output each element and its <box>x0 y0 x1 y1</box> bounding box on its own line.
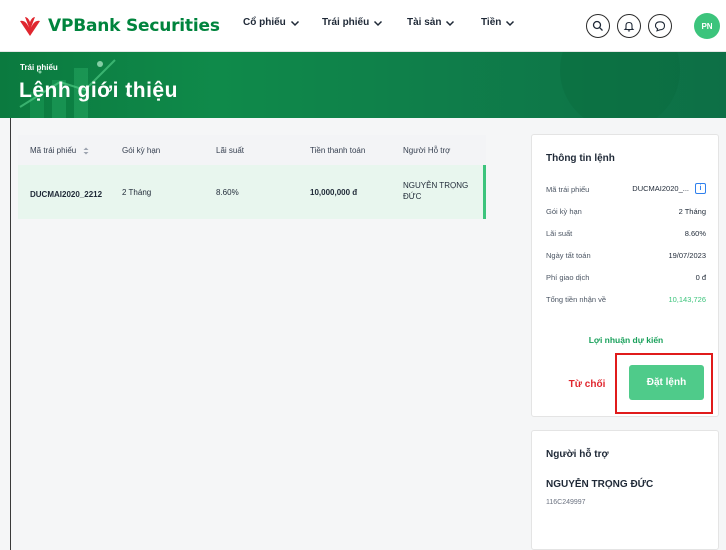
chevron-down-icon <box>506 20 515 26</box>
avatar[interactable]: PN <box>694 13 720 39</box>
supporter-title: Người hỗ trợ <box>546 449 609 460</box>
info-row-bond-code: Mã trái phiếu DUCMAI2020_... i <box>546 183 706 197</box>
referral-orders-table: Mã trái phiếu Gói kỳ hạn Lãi suất Tiền t… <box>18 135 486 219</box>
info-label: Ngày tất toán <box>546 251 591 260</box>
nav-item-cash[interactable]: Tiền <box>481 17 515 28</box>
brand-name: VPBank Securities <box>48 16 220 36</box>
search-icon <box>592 20 603 31</box>
nav-item-bonds[interactable]: Trái phiếu <box>322 17 383 28</box>
vpbank-logo[interactable]: VPBank Securities <box>18 12 220 40</box>
info-value: 2 Tháng <box>678 207 706 216</box>
info-value: 19/07/2023 <box>668 251 706 260</box>
page-banner: Trái phiếu Lệnh giới thiệu <box>0 52 726 118</box>
cell-amount: 10,000,000 đ <box>310 188 358 197</box>
chat-icon <box>654 21 666 32</box>
chevron-down-icon <box>374 20 383 26</box>
notifications-button[interactable] <box>617 14 641 38</box>
column-header-amount: Tiền thanh toán <box>310 146 366 155</box>
nav-item-assets[interactable]: Tài sản <box>407 17 455 28</box>
cell-supporter-line: ĐỨC <box>403 192 422 201</box>
supporter-code: 116C249997 <box>546 499 586 506</box>
order-info-title: Thông tin lệnh <box>546 153 615 164</box>
expected-profit-link[interactable]: Lợi nhuận dự kiến <box>532 335 720 345</box>
chevron-down-icon <box>290 20 299 26</box>
nav-item-label: Cổ phiếu <box>243 17 286 28</box>
column-header-rate: Lãi suất <box>216 146 245 155</box>
table-row[interactable]: DUCMAI2020_2212 2 Tháng 8.60% 10,000,000… <box>18 165 486 219</box>
column-header-term: Gói kỳ hạn <box>122 146 161 155</box>
vpbank-logo-icon <box>20 17 40 36</box>
cell-rate: 8.60% <box>216 188 239 197</box>
info-row-settlement-date: Ngày tất toán 19/07/2023 <box>546 251 706 263</box>
page-title: Lệnh giới thiệu <box>19 79 178 102</box>
info-row-total-received: Tổng tiền nhận về 10,143,726 <box>546 295 706 307</box>
chevron-down-icon <box>446 20 455 26</box>
supporter-name: NGUYỄN TRỌNG ĐỨC <box>546 479 654 490</box>
cell-bond-code: DUCMAI2020_2212 <box>30 190 103 199</box>
breadcrumb[interactable]: Trái phiếu <box>20 63 58 72</box>
nav-item-stocks[interactable]: Cổ phiếu <box>243 17 300 28</box>
content-divider <box>10 118 11 550</box>
sort-icon <box>83 147 89 155</box>
info-icon[interactable]: i <box>695 183 706 194</box>
info-label: Gói kỳ hạn <box>546 207 582 216</box>
search-button[interactable] <box>586 14 610 38</box>
info-label: Mã trái phiếu <box>546 185 590 194</box>
cell-term: 2 Tháng <box>122 188 152 197</box>
info-row-rate: Lãi suất 8.60% <box>546 229 706 241</box>
info-value: 8.60% <box>684 229 706 238</box>
chat-button[interactable] <box>648 14 672 38</box>
column-header-bond-code[interactable]: Mã trái phiếu <box>30 146 89 155</box>
info-label: Lãi suất <box>546 229 573 238</box>
cell-supporter-line: NGUYỄN TRỌNG <box>403 181 469 190</box>
info-row-term: Gói kỳ hạn 2 Tháng <box>546 207 706 219</box>
cell-supporter: NGUYỄN TRỌNG ĐỨC <box>403 181 468 201</box>
nav-item-label: Tiền <box>481 17 502 28</box>
info-value: 0 đ <box>695 273 706 282</box>
info-value: DUCMAI2020_... <box>632 184 689 193</box>
info-value: 10,143,726 <box>668 295 706 304</box>
table-header: Mã trái phiếu Gói kỳ hạn Lãi suất Tiền t… <box>18 135 486 165</box>
bell-icon <box>623 21 635 32</box>
place-order-button[interactable]: Đặt lệnh <box>629 365 704 400</box>
top-navigation-bar: VPBank Securities Cổ phiếu Trái phiếu Tà… <box>0 0 726 52</box>
nav-item-label: Trái phiếu <box>322 17 370 28</box>
info-label: Phí giao dịch <box>546 273 590 282</box>
column-header-supporter: Người Hỗ trợ <box>403 146 451 155</box>
supporter-card: Người hỗ trợ NGUYỄN TRỌNG ĐỨC 116C249997 <box>531 430 719 550</box>
reject-button[interactable]: Từ chối <box>552 374 622 396</box>
info-label: Tổng tiền nhận về <box>546 295 607 304</box>
nav-item-label: Tài sản <box>407 17 442 28</box>
info-row-fee: Phí giao dịch 0 đ <box>546 273 706 285</box>
